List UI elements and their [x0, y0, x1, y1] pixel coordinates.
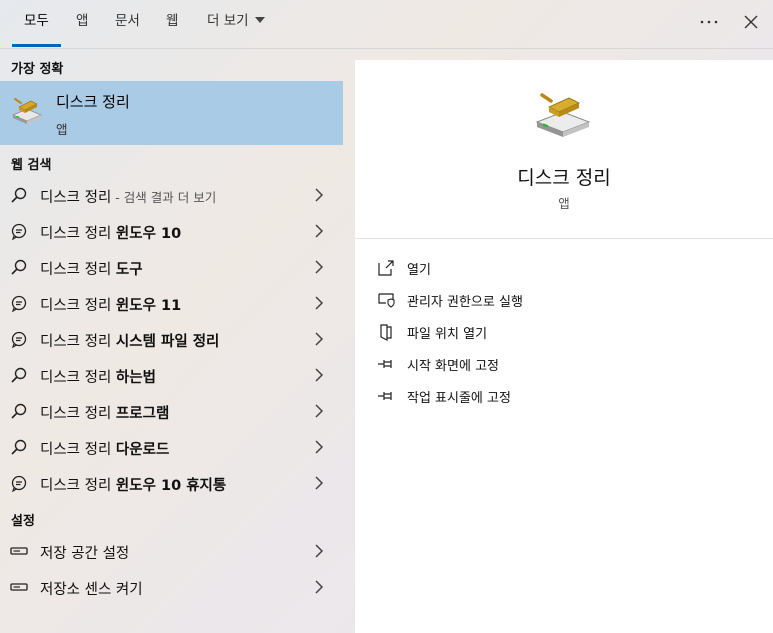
web-search-suggestion: 하는법 [115, 370, 156, 386]
disk-cleanup-icon [535, 93, 591, 137]
web-search-suggestion: 윈도우 10 휴지통 [115, 478, 227, 494]
web-search-suggestion: 도구 [115, 262, 143, 278]
tab-more-label: 더 보기 [207, 13, 249, 29]
best-match-item[interactable]: 디스크 정리 앱 [0, 81, 343, 145]
divider [355, 238, 773, 239]
web-search-item[interactable]: 디스크 정리 윈도우 10 휴지통 [0, 465, 343, 501]
tab-more[interactable]: 더 보기 [207, 0, 265, 46]
web-search-item[interactable]: 디스크 정리 윈도우 11 [0, 285, 343, 321]
action-open[interactable]: 열기 [377, 256, 757, 280]
pin-icon [378, 360, 392, 368]
search-icon [11, 439, 27, 455]
web-search-query: 디스크 정리 [40, 370, 116, 386]
web-search-item[interactable]: 디스크 정리 하는법 [0, 357, 343, 393]
chevron-right-icon [315, 580, 324, 594]
section-best-match: 가장 정확 [11, 62, 64, 77]
chat-icon [11, 331, 27, 348]
filter-tab-bar: 모두 앱 문서 웹 더 보기 [0, 0, 773, 49]
detail-title: 디스크 정리 [517, 167, 611, 189]
settings-item-label: 저장 공간 설정 [40, 546, 130, 562]
web-search-query: 디스크 정리 [40, 262, 116, 278]
action-pin-to-start[interactable]: 시작 화면에 고정 [377, 352, 757, 376]
chevron-right-icon [315, 296, 324, 310]
chat-icon [11, 475, 27, 492]
tab-apps[interactable]: 앱 [76, 0, 88, 46]
storage-icon [10, 547, 28, 555]
storage-icon [10, 583, 28, 591]
chevron-right-icon [315, 404, 324, 418]
chevron-right-icon [315, 368, 324, 382]
tab-documents[interactable]: 문서 [115, 0, 140, 46]
search-icon [11, 403, 27, 419]
chat-icon [11, 223, 27, 240]
web-search-query: 디스크 정리 [40, 334, 116, 350]
web-search-query: 디스크 정리 [40, 442, 116, 458]
web-search-query: 디스크 정리 [40, 226, 116, 242]
chevron-down-icon [254, 17, 265, 23]
action-open-label: 열기 [407, 263, 431, 278]
web-search-query: 디스크 정리 [40, 478, 116, 494]
web-search-item[interactable]: 디스크 정리 - 검색 결과 더 보기 [0, 177, 343, 213]
search-icon [11, 187, 27, 203]
best-match-title: 디스크 정리 [56, 93, 130, 111]
section-web-search: 웹 검색 [11, 158, 52, 173]
chevron-right-icon [315, 224, 324, 238]
web-search-suggestion: 윈도우 10 [115, 226, 182, 242]
detail-subtitle: 앱 [558, 196, 570, 211]
web-search-query: 디스크 정리 [40, 406, 116, 422]
web-search-suggestion: 다운로드 [115, 442, 170, 458]
settings-item-label: 저장소 센스 켜기 [40, 582, 143, 598]
web-search-item[interactable]: 디스크 정리 프로그램 [0, 393, 343, 429]
results-list: 가장 정확 디스크 정리 앱 웹 검색 디스크 정리 - 검색 결과 더 보기 … [0, 49, 355, 633]
action-open-file-location-label: 파일 위치 열기 [407, 327, 488, 342]
more-icon[interactable] [697, 10, 721, 34]
web-search-item[interactable]: 디스크 정리 다운로드 [0, 429, 343, 465]
action-pin-to-start-label: 시작 화면에 고정 [407, 359, 499, 374]
action-pin-to-taskbar-label: 작업 표시줄에 고정 [407, 391, 511, 406]
tab-web[interactable]: 웹 [166, 0, 178, 46]
chevron-right-icon [315, 260, 324, 274]
shield-icon [378, 293, 395, 308]
web-search-suggestion: 윈도우 11 [115, 298, 182, 314]
tab-all[interactable]: 모두 [12, 0, 61, 47]
action-run-as-admin[interactable]: 관리자 권한으로 실행 [377, 288, 757, 312]
web-search-item[interactable]: 디스크 정리 시스템 파일 정리 [0, 321, 343, 357]
open-icon [378, 260, 394, 276]
pin-icon [378, 392, 392, 400]
web-search-suggestion: 시스템 파일 정리 [115, 334, 220, 350]
close-icon[interactable] [739, 10, 763, 34]
chevron-right-icon [315, 476, 324, 490]
web-search-hint: - 검색 결과 더 보기 [111, 190, 217, 205]
action-run-as-admin-label: 관리자 권한으로 실행 [407, 295, 523, 310]
search-icon [11, 259, 27, 275]
settings-item[interactable]: 저장 공간 설정 [0, 533, 343, 569]
best-match-subtitle: 앱 [56, 122, 68, 137]
web-search-suggestion: 프로그램 [115, 406, 170, 422]
section-settings: 설정 [11, 514, 35, 529]
chevron-right-icon [315, 188, 324, 202]
disk-cleanup-icon [11, 98, 43, 124]
action-pin-to-taskbar[interactable]: 작업 표시줄에 고정 [377, 384, 757, 408]
web-search-item[interactable]: 디스크 정리 도구 [0, 249, 343, 285]
detail-panel: 디스크 정리 앱 열기 관리자 권한으로 실행 파일 위치 열기 시작 화면에 … [355, 60, 773, 633]
folder-icon [380, 324, 392, 341]
chevron-right-icon [315, 332, 324, 346]
web-search-query: 디스크 정리 [40, 298, 116, 314]
search-icon [11, 367, 27, 383]
settings-item[interactable]: 저장소 센스 켜기 [0, 569, 343, 605]
web-search-item[interactable]: 디스크 정리 윈도우 10 [0, 213, 343, 249]
web-search-query: 디스크 정리 [40, 190, 112, 206]
action-open-file-location[interactable]: 파일 위치 열기 [377, 320, 757, 344]
chevron-right-icon [315, 440, 324, 454]
chat-icon [11, 295, 27, 312]
chevron-right-icon [315, 544, 324, 558]
